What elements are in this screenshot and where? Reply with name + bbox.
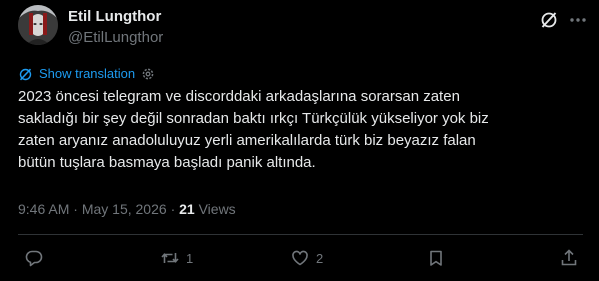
translate-icon xyxy=(18,67,33,82)
heart-icon xyxy=(290,248,310,268)
tweet-text-line: 2023 öncesi telegram ve discorddaki arka… xyxy=(18,88,460,105)
bookmark-button[interactable] xyxy=(426,247,446,269)
tweet: Etil Lungthor @EtilLungthor Show transla… xyxy=(0,0,599,281)
bookmark-icon xyxy=(426,248,446,268)
retweet-button[interactable]: 1 xyxy=(160,247,193,269)
tweet-text-line: zaten aryanız anadoluluyuz yerli amerika… xyxy=(18,132,476,149)
reply-button[interactable] xyxy=(24,247,50,269)
author-handle[interactable]: @EtilLungthor xyxy=(68,29,163,47)
tweet-text: 2023 öncesi telegram ve discorddaki arka… xyxy=(18,86,583,174)
more-icon[interactable] xyxy=(568,10,588,30)
grok-icon[interactable] xyxy=(539,10,559,30)
tweet-text-line: bütün tuşlara basmaya başladı panik altı… xyxy=(18,154,316,171)
views-count: 21 xyxy=(179,201,195,217)
meta-separator: · xyxy=(170,201,176,217)
show-translation-link[interactable]: Show translation xyxy=(39,66,135,82)
reply-icon xyxy=(24,248,44,268)
like-button[interactable]: 2 xyxy=(290,247,323,269)
retweet-icon xyxy=(160,248,180,268)
translation-bar: Show translation xyxy=(18,66,155,82)
meta-separator: · xyxy=(73,201,78,217)
settings-icon[interactable] xyxy=(141,67,155,81)
views-label: Views xyxy=(198,201,236,217)
share-button[interactable] xyxy=(559,247,579,269)
action-bar: 1 2 xyxy=(18,245,583,273)
like-count: 2 xyxy=(316,250,324,266)
tweet-text-line: sakladığı bir şey değil sonradan baktı ı… xyxy=(18,110,489,127)
tweet-time[interactable]: 9:46 AM xyxy=(18,201,69,217)
retweet-count: 1 xyxy=(186,250,194,266)
share-icon xyxy=(559,248,579,268)
tweet-date[interactable]: May 15, 2026 xyxy=(82,201,167,217)
divider xyxy=(18,234,583,235)
tweet-meta: 9:46 AM · May 15, 2026 · 21 Views xyxy=(18,200,236,218)
avatar[interactable] xyxy=(18,5,58,45)
author-name[interactable]: Etil Lungthor xyxy=(68,8,161,26)
